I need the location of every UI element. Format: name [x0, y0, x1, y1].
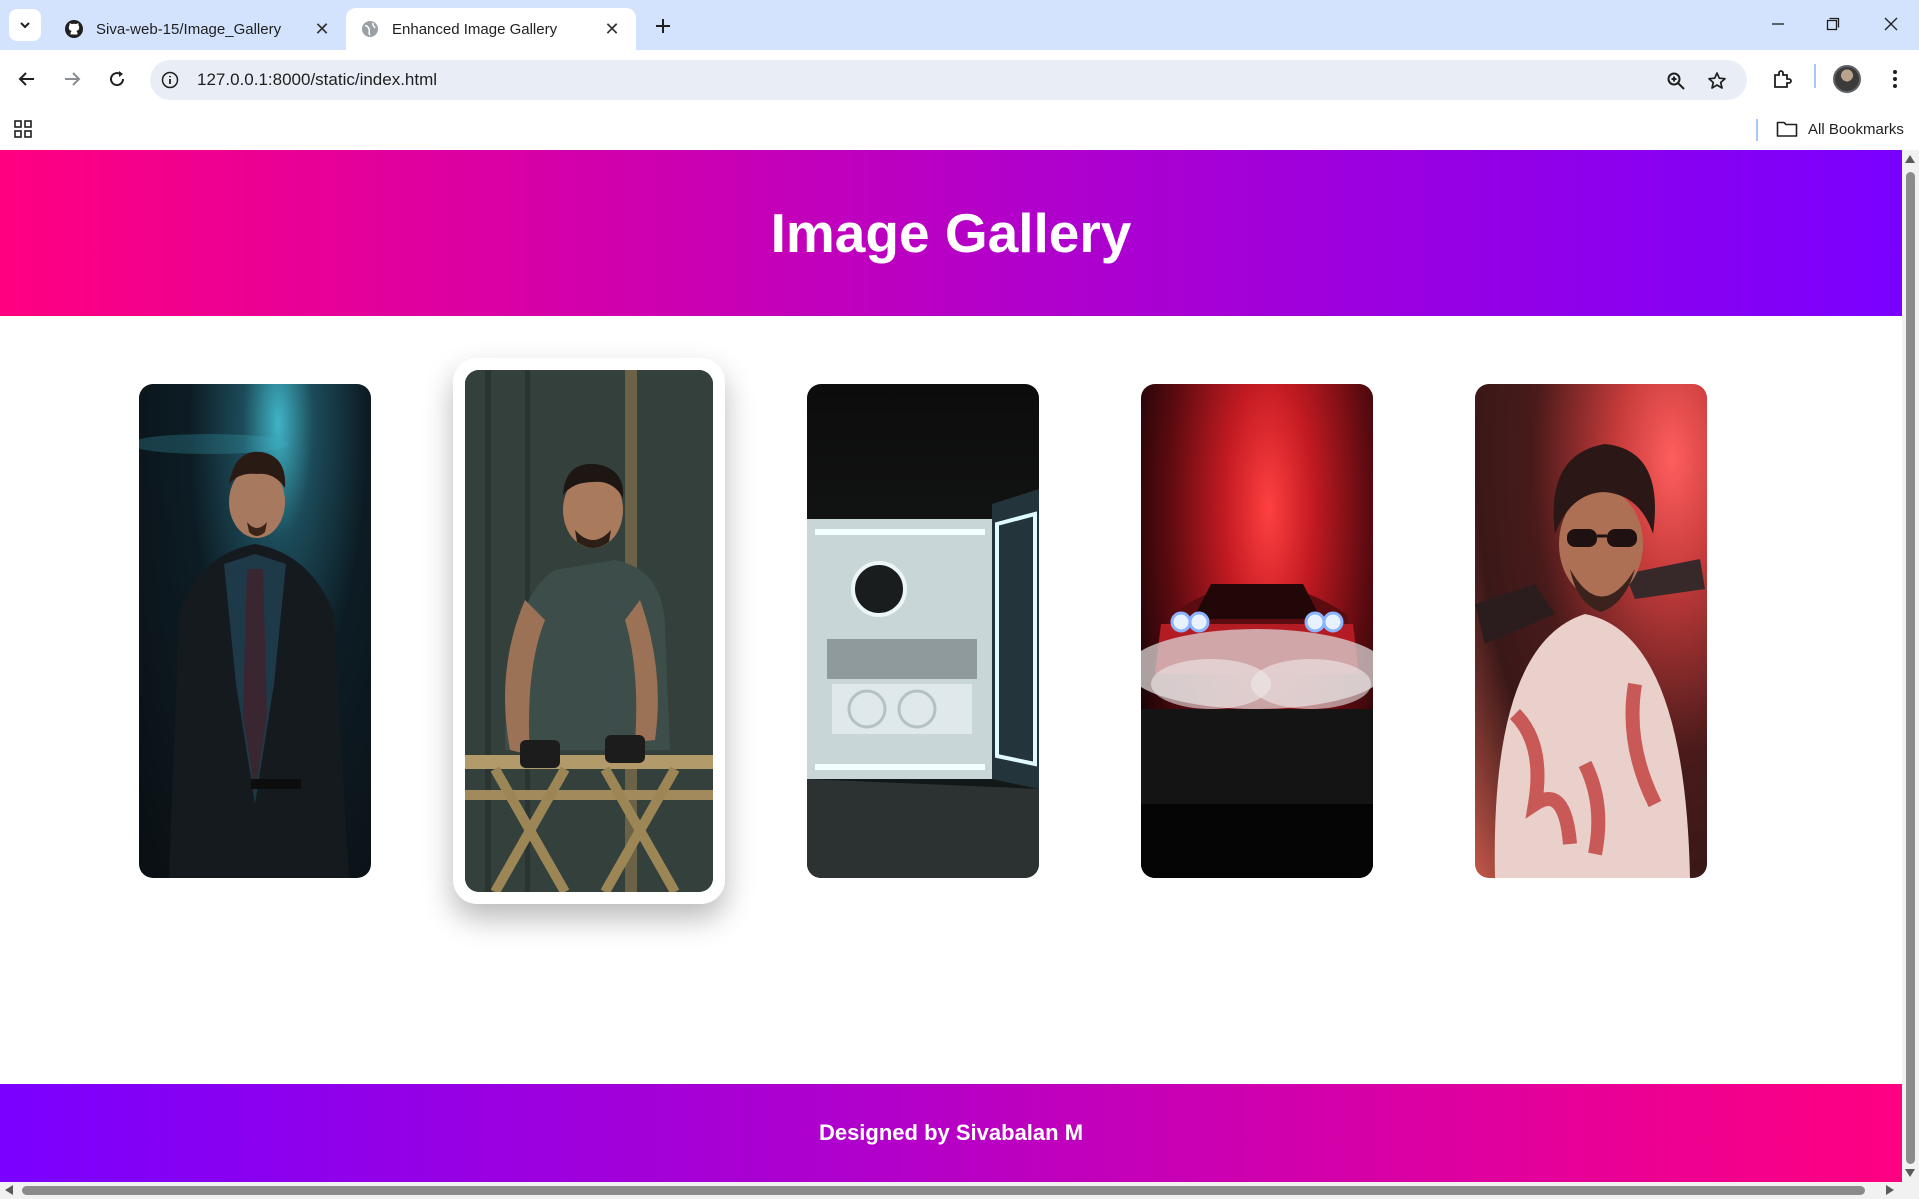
back-button[interactable]: [11, 63, 43, 95]
chevron-down-icon: [20, 22, 30, 29]
folder-icon: [1776, 120, 1798, 138]
close-icon[interactable]: ✕: [312, 19, 332, 39]
apps-grid-icon[interactable]: [12, 118, 34, 140]
gallery-image-man-with-sunglasses[interactable]: [1475, 384, 1707, 878]
minimize-icon: [1772, 23, 1784, 25]
scroll-right-arrow-icon[interactable]: [1886, 1185, 1894, 1195]
gallery-image-man-in-suit[interactable]: [139, 384, 371, 878]
globe-icon: [360, 19, 380, 39]
bookmarks-divider: [1756, 119, 1758, 141]
more-menu-icon[interactable]: [1880, 64, 1910, 94]
footer-credit: Designed by Sivabalan M: [818, 1120, 1084, 1145]
forward-arrow-icon: [65, 72, 81, 86]
vertical-scroll-thumb[interactable]: [1906, 172, 1915, 1164]
plus-icon: [656, 19, 670, 33]
close-icon: [1884, 17, 1898, 31]
tab-title: Siva-web-15/Image_Gallery: [96, 20, 282, 38]
vertical-scrollbar[interactable]: [1902, 150, 1919, 1182]
horizontal-scroll-thumb[interactable]: [22, 1186, 1865, 1195]
page-title: Image Gallery: [770, 202, 1132, 264]
tab-strip: Siva-web-15/Image_Gallery ✕ Enhanced Ima…: [0, 0, 1919, 50]
web-page: Image Gallery Designed by Sivabalan M: [0, 150, 1902, 1182]
all-bookmarks-button[interactable]: All Bookmarks: [1776, 117, 1904, 141]
all-bookmarks-label: All Bookmarks: [1808, 120, 1904, 138]
extensions-icon[interactable]: [1767, 64, 1797, 94]
horizontal-scrollbar[interactable]: [0, 1182, 1919, 1199]
tab-title: Enhanced Image Gallery: [392, 20, 558, 38]
address-bar[interactable]: 127.0.0.1:8000/static/index.html: [150, 60, 1747, 100]
page-footer: Designed by Sivabalan M: [0, 1084, 1902, 1182]
gallery-image-man-leaning-on-fence[interactable]: [453, 358, 725, 904]
gallery-image-gaming-pc[interactable]: [807, 384, 1039, 878]
tab-enhanced-image-gallery[interactable]: Enhanced Image Gallery ✕: [346, 8, 636, 50]
site-info-icon[interactable]: [160, 70, 180, 90]
minimize-button[interactable]: [1758, 8, 1798, 40]
reload-button[interactable]: [101, 63, 133, 95]
github-icon: [64, 19, 84, 39]
url-text[interactable]: 127.0.0.1:8000/static/index.html: [197, 70, 437, 90]
back-arrow-icon: [18, 72, 34, 86]
toolbar-divider: [1814, 64, 1816, 88]
gallery-image-red-muscle-car[interactable]: [1141, 384, 1373, 878]
new-tab-button[interactable]: [650, 13, 676, 39]
scroll-up-arrow-icon[interactable]: [1905, 155, 1915, 163]
bookmark-star-icon[interactable]: [1706, 70, 1728, 92]
zoom-icon[interactable]: [1665, 70, 1687, 92]
close-icon[interactable]: ✕: [602, 19, 622, 39]
scroll-down-arrow-icon[interactable]: [1905, 1169, 1915, 1177]
tab-search-button[interactable]: [9, 9, 41, 41]
restore-icon: [1826, 17, 1840, 31]
profile-avatar[interactable]: [1833, 65, 1861, 93]
scroll-left-arrow-icon[interactable]: [5, 1185, 13, 1195]
bookmarks-bar: All Bookmarks: [0, 108, 1919, 150]
reload-icon: [110, 71, 125, 87]
tab-github[interactable]: Siva-web-15/Image_Gallery ✕: [50, 8, 346, 50]
close-window-button[interactable]: [1871, 8, 1911, 40]
browser-toolbar: 127.0.0.1:8000/static/index.html: [0, 50, 1919, 108]
forward-button[interactable]: [56, 63, 88, 95]
image-gallery: [0, 316, 1902, 1182]
restore-button[interactable]: [1813, 8, 1853, 40]
page-header: Image Gallery: [0, 150, 1902, 316]
